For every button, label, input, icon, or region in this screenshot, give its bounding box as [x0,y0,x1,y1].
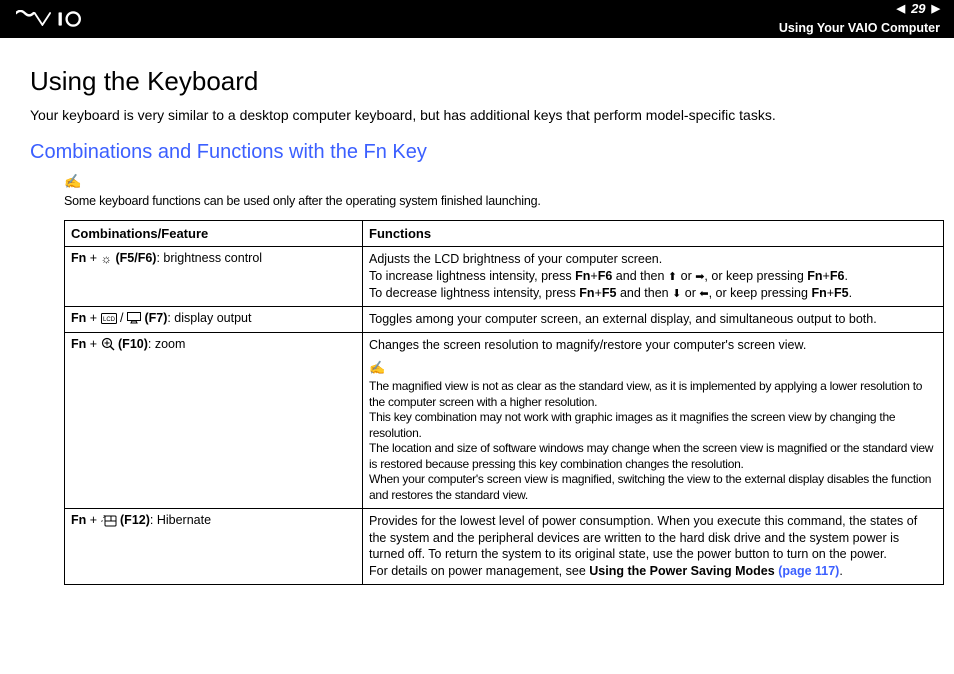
vaio-logo [16,10,104,28]
arrow-left-icon: ⬅ [699,288,708,300]
fn-key: Fn [71,337,86,351]
prev-page-arrow[interactable]: ◀ [897,2,905,17]
key-label: (F5/F6) [115,251,156,265]
svg-text:LCD: LCD [103,317,116,323]
hibernate-icon: zz [101,513,117,527]
chapter-title: Using Your VAIO Computer [779,20,940,38]
fn-key: Fn [71,311,86,325]
key-label: (F10) [118,337,148,351]
header-bar: ◀ 29 ▶ Using Your VAIO Computer [0,0,954,38]
desc-note: This key combination may not work with g… [369,410,937,441]
table-row: Fn + (F10): zoom Changes the screen reso… [65,332,944,508]
combo-cell: Fn + (F10): zoom [65,332,363,508]
note-text: Some keyboard functions can be used only… [64,194,541,208]
desc-line: Toggles among your computer screen, an e… [369,311,937,328]
combo-cell: Fn + zz (F12): Hibernate [65,508,363,585]
desc-note: The magnified view is not as clear as th… [369,379,937,410]
page-navigation: ◀ 29 ▶ [779,0,940,18]
next-page-arrow[interactable]: ▶ [932,2,940,17]
page-number: 29 [911,0,925,18]
arrow-up-icon: ⬆ [668,271,677,283]
svg-text:z: z [103,514,106,520]
col-header-func: Functions [363,221,944,247]
func-cell: Adjusts the LCD brightness of your compu… [363,247,944,307]
table-row: Fn + zz (F12): Hibernate Provides for th… [65,508,944,585]
desc-note: When your computer's screen view is magn… [369,472,937,503]
func-cell: Changes the screen resolution to magnify… [363,332,944,508]
desc-note: The location and size of software window… [369,441,937,472]
monitor-icon [127,312,141,324]
key-label: (F7) [144,311,167,325]
fn-key-table: Combinations/Feature Functions Fn + ☼ (F… [64,220,944,585]
table-header-row: Combinations/Feature Functions [65,221,944,247]
table-row: Fn + ☼ (F5/F6): brightness control Adjus… [65,247,944,307]
note-icon: ✍ [64,174,924,191]
col-header-combo: Combinations/Feature [65,221,363,247]
intro-text: Your keyboard is very similar to a deskt… [30,107,924,123]
header-right: ◀ 29 ▶ Using Your VAIO Computer [779,0,940,38]
func-cell: Provides for the lowest level of power c… [363,508,944,585]
desc-line: To increase lightness intensity, press F… [369,268,937,285]
combo-cell: Fn + LCD / (F7): display output [65,306,363,332]
desc-line: Adjusts the LCD brightness of your compu… [369,251,937,268]
svg-text:z: z [101,518,103,523]
table-row: Fn + LCD / (F7): display output Toggles … [65,306,944,332]
desc-line: To decrease lightness intensity, press F… [369,285,937,302]
page-content: Using the Keyboard Your keyboard is very… [0,38,954,585]
brightness-icon: ☼ [101,252,112,266]
combo-cell: Fn + ☼ (F5/F6): brightness control [65,247,363,307]
desc-line: Changes the screen resolution to magnify… [369,337,937,354]
page-link[interactable]: (page 117) [778,564,839,578]
page-title: Using the Keyboard [30,66,924,97]
arrow-down-icon: ⬇ [672,288,681,300]
fn-key: Fn [71,513,86,527]
fn-key: Fn [71,251,86,265]
section-heading: Combinations and Functions with the Fn K… [30,141,924,164]
key-label: (F12) [120,513,150,527]
desc-line: Provides for the lowest level of power c… [369,513,937,564]
note-icon: ✍ [369,359,937,377]
func-cell: Toggles among your computer screen, an e… [363,306,944,332]
note-block: ✍ Some keyboard functions can be used on… [64,174,924,210]
lcd-icon: LCD [101,313,117,324]
desc-line: For details on power management, see Usi… [369,563,937,580]
magnify-icon [101,337,115,351]
